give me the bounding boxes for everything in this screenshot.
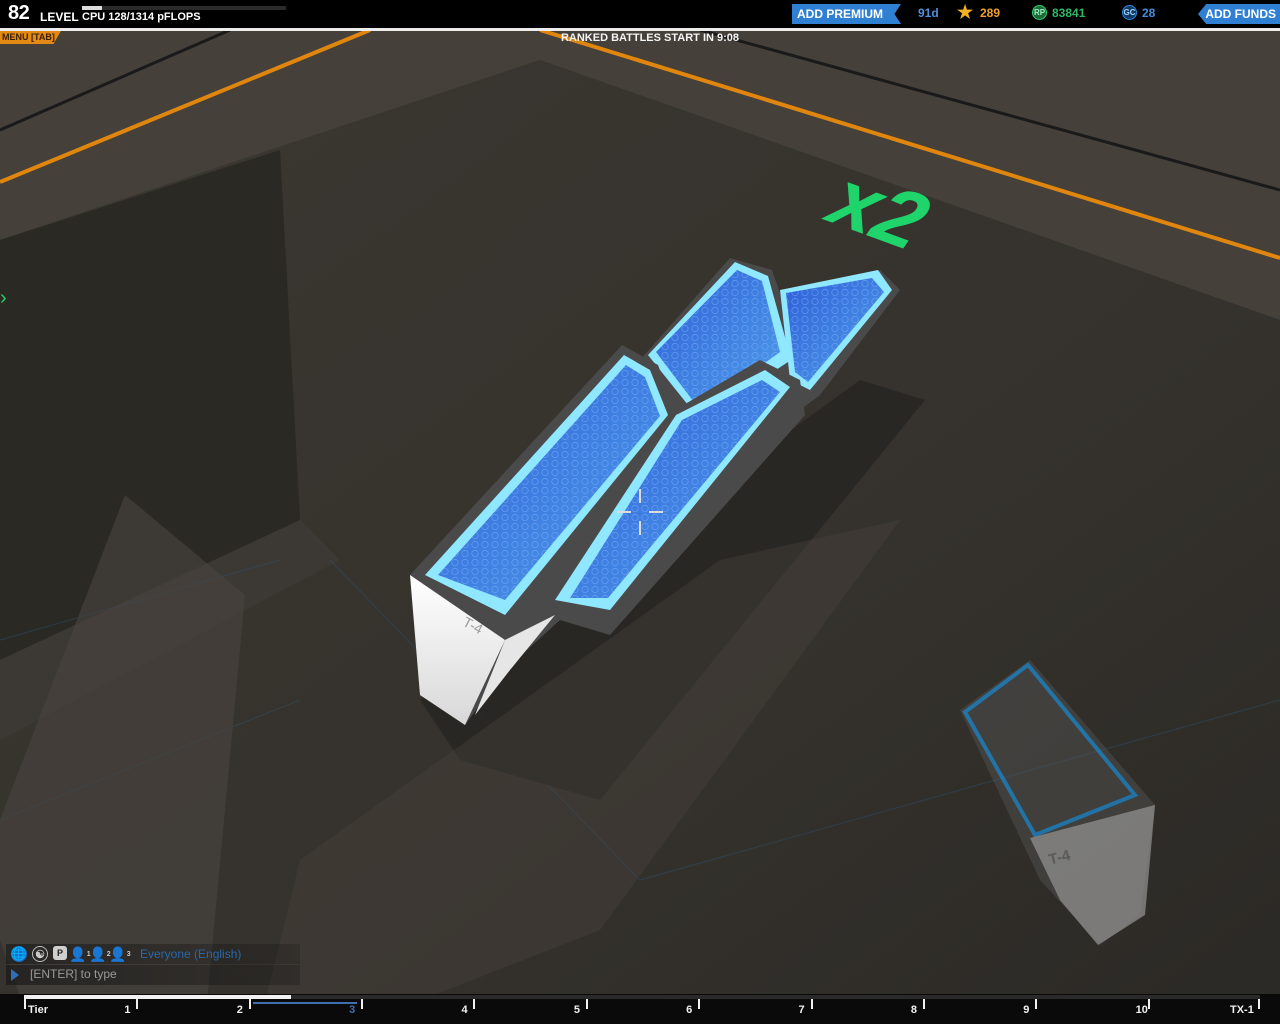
team-3-label: 3: [126, 950, 131, 958]
ranked-battles-timer: RANKED BATTLES START IN 9:08: [560, 32, 740, 44]
tier-label: 2: [236, 1004, 243, 1016]
chat-arrow-icon: [11, 969, 19, 981]
chat-input-placeholder[interactable]: [ENTER] to type: [30, 967, 117, 981]
team-2-icon[interactable]: 👤 2: [89, 946, 110, 962]
robit-points-count: 83841: [1052, 6, 1086, 20]
star-count: 289: [980, 6, 1001, 20]
player-level-number: 82: [8, 2, 30, 24]
cpu-usage-fill: [82, 6, 102, 10]
add-funds-button[interactable]: ADD FUNDS: [1198, 4, 1280, 24]
star-icon: ★: [956, 1, 974, 22]
tier-label: 5: [573, 1004, 580, 1016]
tier-label: TX-1: [1230, 1004, 1254, 1016]
team-1-icon[interactable]: 👤 1: [69, 946, 90, 962]
tier-label: 7: [798, 1004, 805, 1016]
tier-marker: [1147, 999, 1150, 1009]
tier-label: Tier: [28, 1004, 48, 1016]
party-icon[interactable]: P: [53, 946, 67, 960]
cpu-usage-text: CPU 128/1314 pFLOPS: [82, 11, 201, 23]
cpu-usage-bar: [82, 6, 286, 10]
tier-label: 4: [461, 1004, 468, 1016]
tier-marker: [1258, 999, 1260, 1009]
tier-label: 9: [1023, 1004, 1030, 1016]
menu-button[interactable]: MENU [TAB]: [0, 31, 61, 44]
tier-marker: [473, 999, 476, 1009]
top-hud-divider: [0, 28, 1280, 31]
add-premium-button[interactable]: ADD PREMIUM: [792, 4, 901, 24]
tier-track: [24, 995, 1260, 999]
galaxy-coins-icon: GC: [1122, 5, 1137, 20]
robit-points-icon: RP: [1032, 5, 1047, 20]
tier-marker: [810, 999, 813, 1009]
tier-label: 10: [1135, 1004, 1148, 1016]
tier-marker: [24, 999, 26, 1009]
game-viewport[interactable]: x2 T-4 T-4 › 82 LEVEL CPU 128/1314 pFLOP…: [0, 0, 1280, 1024]
tier-marker: [922, 999, 925, 1009]
player-level-label: LEVEL: [40, 10, 79, 24]
current-tier-highlight: [252, 1002, 358, 1004]
tier-marker: [1035, 999, 1038, 1009]
tier-label: 3: [349, 1004, 356, 1016]
tier-marker: [585, 999, 588, 1009]
galaxy-coins-count: 28: [1142, 6, 1156, 20]
crosshair-icon: [617, 489, 663, 535]
tier-marker: [136, 999, 139, 1009]
tier-label: 8: [910, 1004, 918, 1016]
tier-label: 6: [686, 1004, 693, 1016]
tier-marker: [248, 999, 251, 1009]
chat-channel-name[interactable]: Everyone (English): [140, 947, 241, 961]
chat-panel: 🌐 ☯ P 👤 1 👤 2 👤 3 Everyone (English) [ENTER…: [6, 944, 300, 988]
tier-label: 1: [124, 1004, 131, 1016]
green-arrow-marker: ›: [0, 287, 7, 309]
team-3-icon[interactable]: 👤 3: [109, 946, 131, 962]
tier-progress-fill: [24, 995, 291, 999]
premium-days-remaining: 91d: [918, 6, 939, 20]
tier-progress-bar: Tier 1 2 3 4 5 6 7 8 9 10 TX-1: [0, 994, 1280, 1024]
tier-marker: [361, 999, 364, 1009]
globe-icon[interactable]: 🌐: [11, 946, 27, 962]
tier-marker: [698, 999, 701, 1009]
accessibility-icon[interactable]: ☯: [32, 946, 48, 962]
